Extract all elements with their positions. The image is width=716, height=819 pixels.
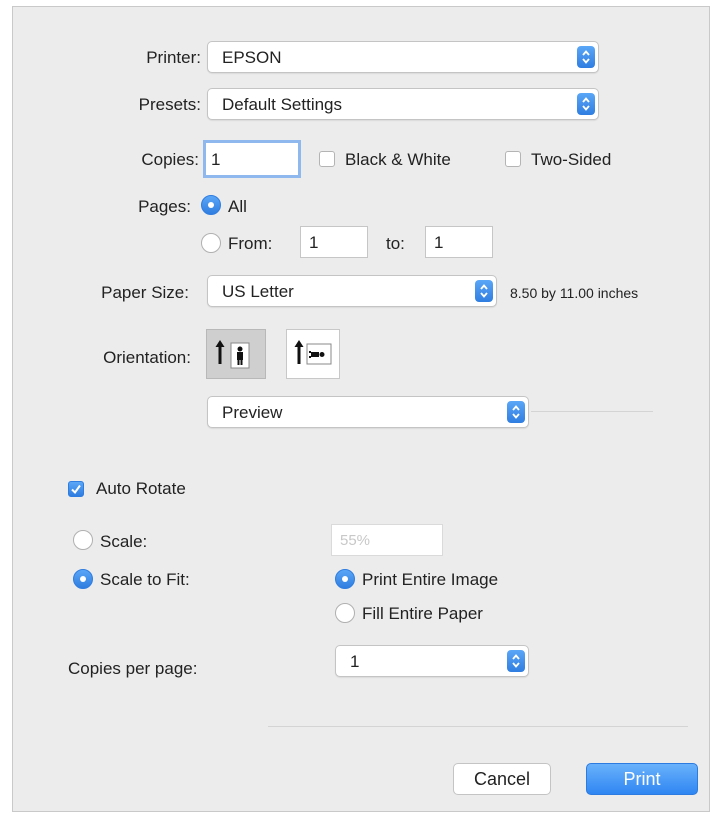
presets-value: Default Settings <box>222 95 343 114</box>
print-entire-image-label: Print Entire Image <box>362 570 499 589</box>
portrait-orientation-button[interactable] <box>206 329 266 379</box>
scale-to-fit-radio[interactable] <box>73 569 93 589</box>
pages-to-field[interactable]: 1 <box>425 226 493 258</box>
print-dialog: Printer: EPSON Presets: Default Settings… <box>12 6 710 812</box>
landscape-icon <box>294 340 332 365</box>
pages-all-label: All <box>228 197 247 216</box>
updown-arrows-icon <box>507 401 525 423</box>
paper-size-popup[interactable]: US Letter <box>207 275 497 307</box>
pages-all-radio[interactable] <box>201 195 221 215</box>
auto-rotate-checkbox[interactable] <box>68 481 84 497</box>
copies-per-page-value: 1 <box>350 652 360 671</box>
pages-to-value: 1 <box>434 233 444 252</box>
updown-arrows-icon <box>577 93 595 115</box>
scale-radio[interactable] <box>73 530 93 550</box>
black-white-checkbox[interactable] <box>319 151 335 167</box>
pages-from-value: 1 <box>309 233 319 252</box>
pages-from-label: From: <box>228 234 273 253</box>
pages-from-radio[interactable] <box>201 233 221 253</box>
panel-separator <box>531 411 653 412</box>
cancel-button[interactable]: Cancel <box>453 763 551 795</box>
fill-entire-paper-radio[interactable] <box>335 603 355 623</box>
printer-value: EPSON <box>222 48 282 67</box>
bottom-separator <box>268 726 688 727</box>
paper-dimensions: 8.50 by 11.00 inches <box>510 285 639 301</box>
copies-value: 1 <box>211 150 221 169</box>
print-entire-image-radio[interactable] <box>335 569 355 589</box>
two-sided-label: Two-Sided <box>531 150 612 169</box>
printer-label: Printer: <box>146 48 201 67</box>
paper-size-value: US Letter <box>222 282 294 301</box>
printer-popup[interactable]: EPSON <box>207 41 599 73</box>
pages-from-field[interactable]: 1 <box>300 226 368 258</box>
two-sided-checkbox[interactable] <box>505 151 521 167</box>
presets-popup[interactable]: Default Settings <box>207 88 599 120</box>
pages-to-label: to: <box>386 234 405 253</box>
landscape-orientation-button[interactable] <box>286 329 340 379</box>
panel-value: Preview <box>222 403 283 422</box>
scale-field[interactable]: 55% <box>331 524 443 556</box>
updown-arrows-icon <box>507 650 525 672</box>
portrait-icon <box>215 340 250 369</box>
pages-label: Pages: <box>138 197 191 216</box>
fill-entire-paper-label: Fill Entire Paper <box>362 604 483 623</box>
scale-label: Scale: <box>100 532 148 551</box>
copies-per-page-label: Copies per page: <box>68 659 198 678</box>
auto-rotate-label: Auto Rotate <box>96 479 186 498</box>
checkmark-icon <box>71 484 81 495</box>
black-white-label: Black & White <box>345 150 451 169</box>
scale-placeholder: 55% <box>340 532 371 549</box>
copies-field[interactable]: 1 <box>203 140 301 178</box>
paper-size-label: Paper Size: <box>101 283 189 302</box>
updown-arrows-icon <box>475 280 493 302</box>
panel-popup[interactable]: Preview <box>207 396 529 428</box>
updown-arrows-icon <box>577 46 595 68</box>
scale-to-fit-label: Scale to Fit: <box>100 570 190 589</box>
print-button[interactable]: Print <box>586 763 698 795</box>
copies-label: Copies: <box>141 150 199 169</box>
orientation-label: Orientation: <box>103 348 191 367</box>
presets-label: Presets: <box>138 95 201 114</box>
copies-per-page-popup[interactable]: 1 <box>335 645 529 677</box>
